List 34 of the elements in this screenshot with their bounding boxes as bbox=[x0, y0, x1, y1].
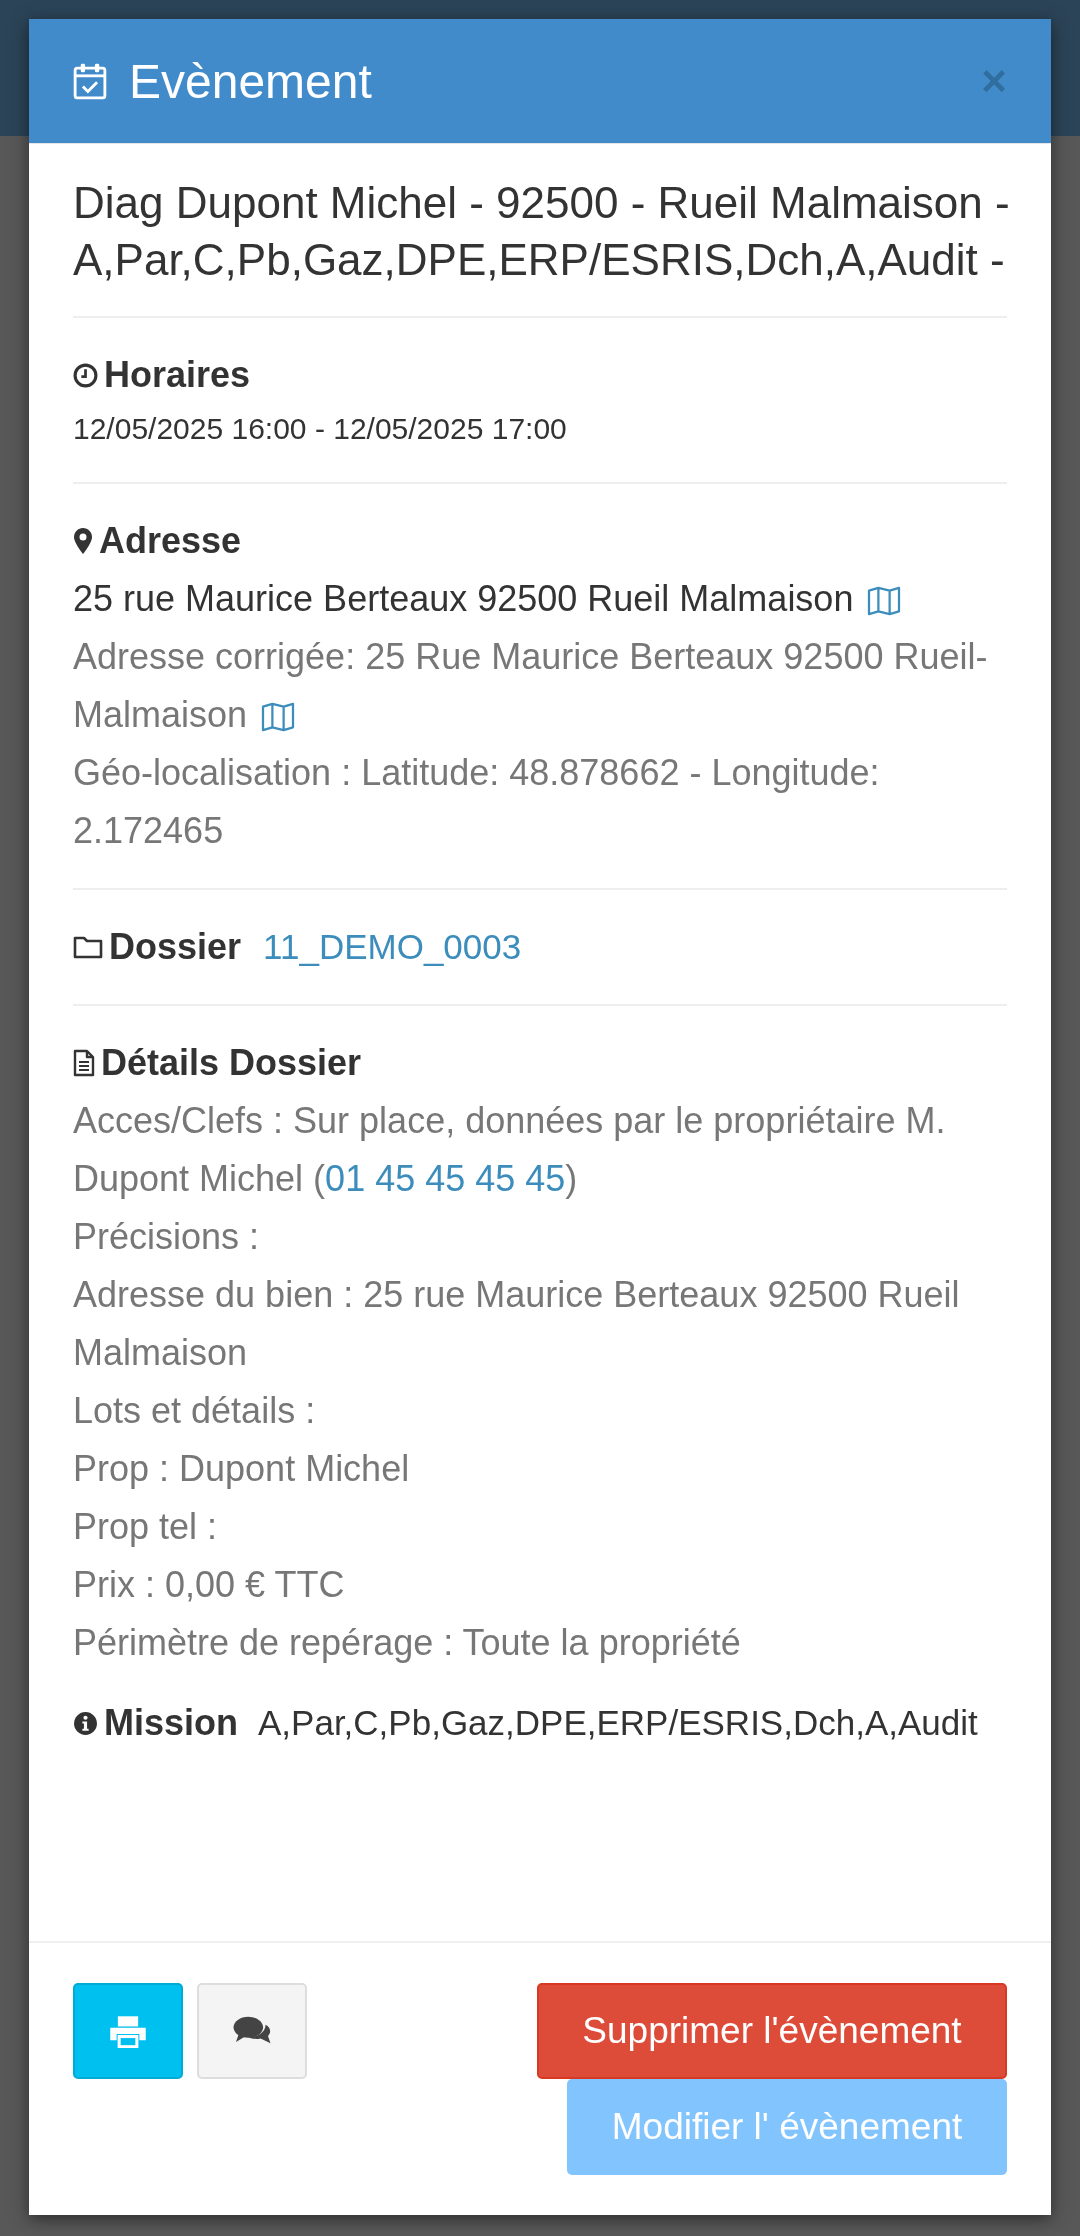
clock-icon bbox=[73, 362, 98, 388]
schedule-text: 12/05/2025 16:00 - 12/05/2025 17:00 bbox=[73, 411, 568, 447]
detail-line: Périmètre de repérage : Toute la propriété bbox=[73, 1621, 742, 1665]
detail-line: Adresse du bien : 25 rue Maurice Berteaux 92500 Rueil Malmaison bbox=[73, 1273, 961, 1375]
printer-icon bbox=[109, 2014, 147, 2048]
dialog-title: Evènement bbox=[129, 53, 372, 109]
info-icon bbox=[73, 1710, 98, 1736]
map-icon[interactable] bbox=[867, 586, 902, 616]
folder-icon bbox=[73, 935, 103, 959]
calendar-check-icon bbox=[73, 62, 107, 100]
map-icon[interactable] bbox=[261, 702, 296, 732]
mission-text: A,Par,C,Pb,Gaz,DPE,ERP/ESRIS,Dch,A,Audit bbox=[258, 1702, 978, 1744]
phone-link[interactable]: 01 45 45 45 45 bbox=[325, 1158, 566, 1199]
document-icon bbox=[73, 1049, 95, 1077]
detail-line: Lots et détails : bbox=[73, 1389, 317, 1433]
detail-line: Prix : 0,00 € TTC bbox=[73, 1563, 346, 1607]
detail-line: Précisions : bbox=[73, 1215, 261, 1259]
section-heading: Adresse bbox=[99, 519, 242, 563]
detail-line: Prop : Dupont Michel bbox=[73, 1447, 411, 1491]
folder-link[interactable]: 11_DEMO_0003 bbox=[263, 918, 522, 976]
print-button[interactable] bbox=[73, 1983, 183, 2079]
address-detail-text: Géo-localisation : Latitude: 48.878662 - Longitude: 2.172465 bbox=[73, 751, 881, 853]
address-detail-text: Adresse corrigée: 25 Rue Maurice Berteaux 92500 Rueil-Malmaison bbox=[73, 635, 989, 737]
event-title: Diag Dupont Michel - 92500 - Rueil Malmaison - A,Par,C,Pb,Gaz,DPE,ERP/ESRIS,Dch,A,Audit - bbox=[73, 177, 1011, 286]
detail-line: Prop tel : bbox=[73, 1505, 219, 1549]
comment-button[interactable] bbox=[197, 1983, 307, 2079]
section-heading: Détails Dossier bbox=[101, 1041, 362, 1085]
section-heading: Horaires bbox=[104, 353, 251, 397]
address-text: 25 rue Maurice Berteaux 92500 Rueil Malmaison bbox=[73, 570, 1007, 628]
section-heading: Mission bbox=[104, 1701, 238, 1745]
detail-line: Acces/Clefs : Sur place, données par le propriétaire M. Dupont Michel (01 45 45 45 45) bbox=[73, 1099, 947, 1201]
section-heading: Dossier bbox=[109, 925, 242, 969]
map-marker-icon bbox=[73, 527, 93, 555]
delete-button[interactable]: Supprimer l'évènement bbox=[537, 1983, 1007, 2079]
